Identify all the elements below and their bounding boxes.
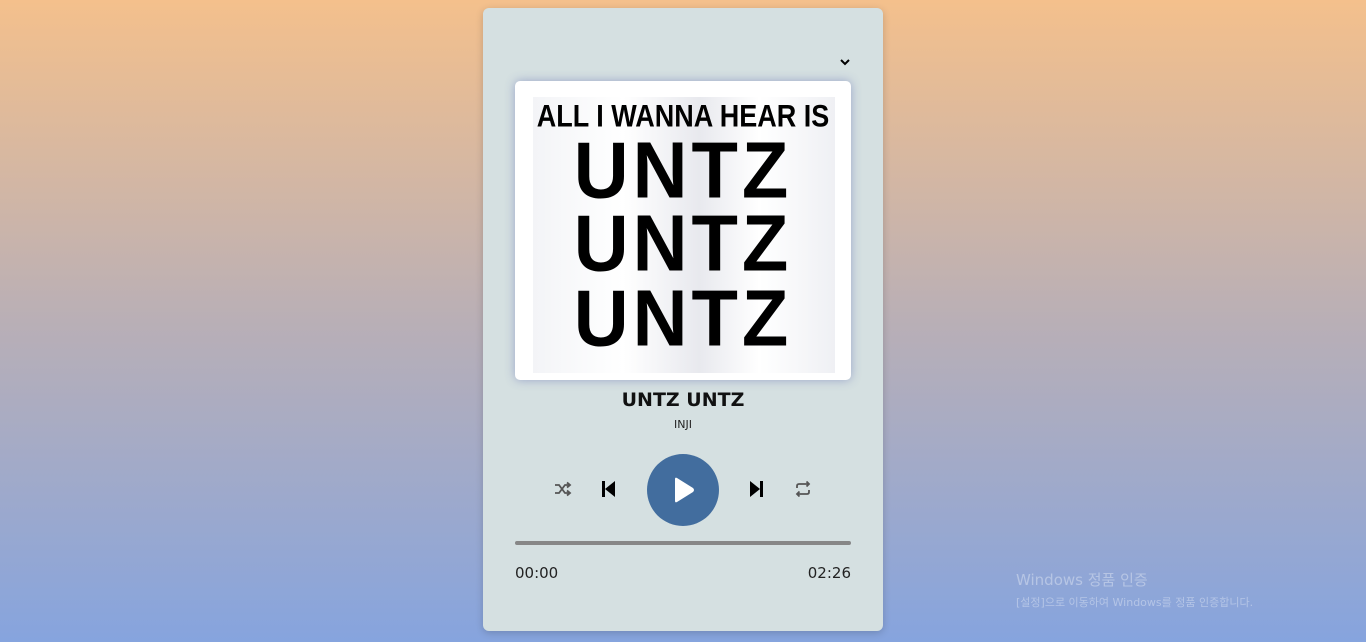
next-button[interactable]: [745, 478, 769, 500]
skip-previous-icon: [602, 481, 615, 497]
track-artist: INJI: [674, 418, 692, 431]
album-cover-word: UNTZ: [573, 273, 793, 364]
previous-button[interactable]: [596, 478, 620, 500]
track-title: UNTZ UNTZ: [621, 389, 745, 411]
album-cover: ALL I WANNA HEAR IS UNTZ UNTZ UNTZ: [515, 81, 851, 380]
chevron-down-icon: [840, 59, 850, 66]
play-icon: [675, 477, 694, 503]
shuffle-icon: [555, 481, 572, 497]
duration-time: 02:26: [807, 564, 851, 582]
repeat-icon: [795, 481, 811, 497]
activation-watermark-title: Windows 정품 인증: [1016, 571, 1148, 589]
current-time: 00:00: [515, 564, 559, 582]
play-button[interactable]: [647, 454, 719, 526]
activation-watermark-text: [설정]으로 이동하여 Windows를 정품 인증합니다.: [1016, 596, 1254, 609]
music-player-card: ALL I WANNA HEAR IS UNTZ UNTZ UNTZ UNTZ …: [483, 8, 883, 631]
options-dropdown[interactable]: [838, 55, 852, 69]
skip-next-icon: [750, 481, 763, 497]
album-cover-word: UNTZ: [573, 198, 793, 289]
shuffle-button[interactable]: [551, 478, 575, 500]
progress-bar[interactable]: [515, 541, 851, 545]
repeat-button[interactable]: [791, 478, 815, 500]
